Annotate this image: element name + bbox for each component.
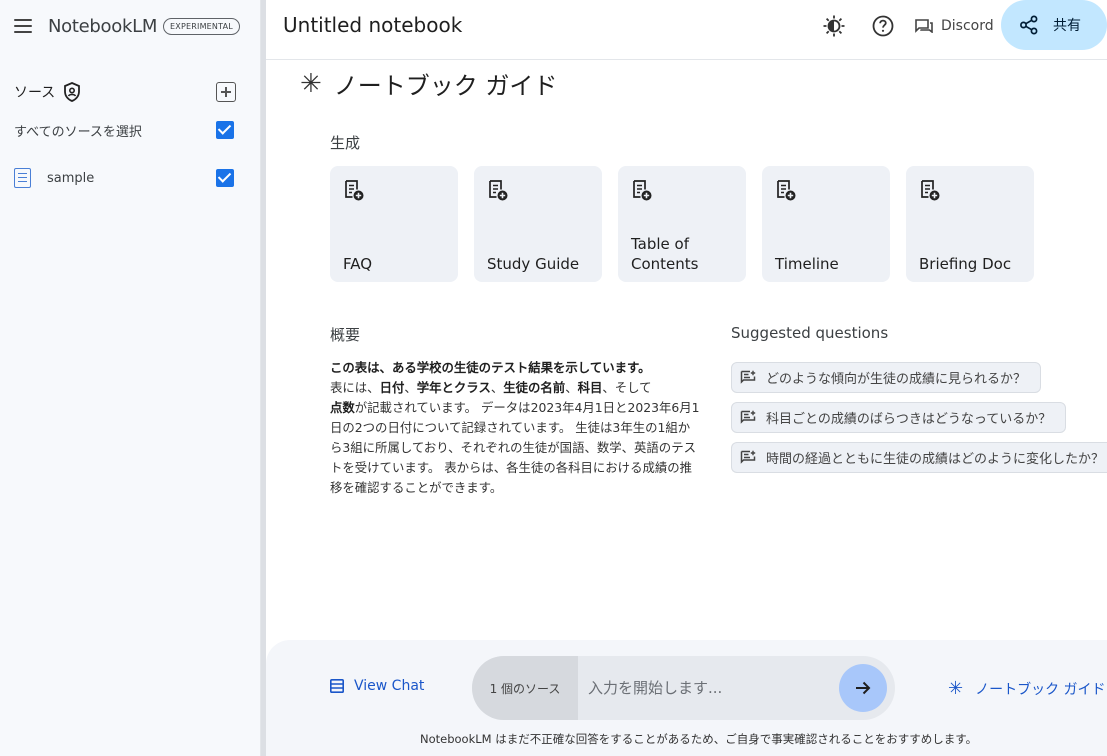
guide-title-text: ノートブック ガイド	[333, 72, 558, 100]
generate-label: 生成	[330, 134, 361, 152]
view-chat-icon	[330, 679, 344, 693]
top-bar: Untitled notebook Discord 共有	[266, 0, 1107, 60]
discord-label: Discord	[941, 18, 994, 34]
card-timeline[interactable]: Timeline	[762, 166, 890, 282]
question-text: 時間の経過とともに生徒の成績はどのように変化したか？	[766, 452, 1105, 467]
summary-part: 表には、	[330, 380, 380, 395]
note-add-icon	[921, 180, 940, 201]
notebook-guide-button[interactable]: ✳ ノートブック ガイド	[948, 678, 1106, 699]
summary-bold: 点数	[330, 400, 355, 415]
card-briefing-doc[interactable]: Briefing Doc	[906, 166, 1034, 282]
select-all-row[interactable]: すべてのソースを選択	[14, 118, 234, 142]
chat-input[interactable]	[578, 679, 839, 697]
summary-part: 、	[565, 380, 578, 395]
question-icon	[740, 370, 756, 384]
share-button[interactable]: 共有	[1001, 0, 1107, 50]
select-all-label: すべてのソースを選択	[14, 124, 142, 140]
chat-icon	[915, 19, 933, 33]
card-label: Briefing Doc	[919, 255, 1012, 273]
suggested-questions-label: Suggested questions	[731, 324, 889, 342]
note-add-icon	[633, 180, 652, 201]
summary-label: 概要	[330, 326, 361, 344]
card-table-of-contents[interactable]: Table of Contents	[618, 166, 746, 282]
card-label: Table of Contents	[631, 235, 699, 273]
help-icon[interactable]	[871, 14, 895, 38]
summary-bold: 生徒の名前	[503, 380, 566, 395]
card-label: FAQ	[343, 255, 373, 273]
card-label: Study Guide	[487, 255, 580, 273]
summary-bold: 科目	[577, 380, 603, 395]
suggested-question[interactable]: どのような傾向が生徒の成績に見られるか？	[731, 362, 1042, 393]
guide-link-label: ノートブック ガイド	[975, 681, 1106, 698]
disclaimer: NotebookLM はまだ不正確な回答をすることがあるため、ご自身で事実確認さ…	[420, 732, 978, 746]
suggested-question[interactable]: 科目ごとの成績のばらつきはどうなっているか？	[731, 402, 1067, 433]
note-add-icon	[489, 180, 508, 201]
add-source-icon[interactable]	[216, 82, 236, 102]
source-count-button[interactable]: 1 個のソース	[472, 656, 578, 720]
question-icon	[740, 450, 756, 464]
shield-icon	[64, 82, 81, 102]
summary-lead: この表は、ある学校の生徒のテスト結果を示しています。	[330, 360, 651, 375]
sparkle-icon: ✳	[948, 678, 964, 699]
summary-part: 、	[404, 380, 417, 395]
sidebar: NotebookLM EXPERIMENTAL ソース すべてのソースを選択 s…	[0, 0, 261, 756]
note-add-icon	[777, 180, 796, 201]
notebook-title[interactable]: Untitled notebook	[283, 13, 462, 37]
summary-part: が記載されています。 データは2023年4月1日と2023年6月1日の2つの日付…	[330, 400, 700, 495]
source-checkbox[interactable]	[216, 169, 234, 187]
send-icon	[856, 681, 871, 695]
panel-divider[interactable]	[261, 0, 266, 756]
sources-label: ソース	[14, 85, 56, 101]
summary-part: 、	[490, 380, 504, 395]
question-text: 科目ごとの成績のばらつきはどうなっているか？	[766, 412, 1052, 427]
discord-link[interactable]: Discord	[915, 14, 994, 38]
view-chat-label: View Chat	[354, 678, 425, 694]
brand-name: NotebookLM	[48, 15, 158, 37]
source-item-sample[interactable]: sample	[14, 166, 234, 190]
question-text: どのような傾向が生徒の成績に見られるか？	[766, 372, 1027, 387]
suggested-question[interactable]: 時間の経過とともに生徒の成績はどのように変化したか？	[731, 442, 1107, 473]
card-label: Timeline	[775, 255, 839, 273]
note-add-icon	[345, 180, 364, 201]
send-button[interactable]	[839, 664, 887, 712]
theme-icon[interactable]	[822, 14, 846, 38]
summary-bold: 日付	[379, 380, 405, 395]
summary-text: この表は、ある学校の生徒のテスト結果を示しています。 表には、日付、学年とクラス、…	[330, 358, 702, 498]
doc-icon	[14, 168, 31, 188]
card-study-guide[interactable]: Study Guide	[474, 166, 602, 282]
share-label: 共有	[1053, 18, 1081, 34]
experimental-badge: EXPERIMENTAL	[163, 17, 240, 35]
sources-header: ソース	[14, 80, 236, 104]
share-icon	[1020, 15, 1038, 35]
menu-icon[interactable]	[14, 15, 36, 37]
summary-part: 、そして	[602, 380, 652, 395]
guide-title: ✳ ノートブック ガイド	[300, 66, 557, 101]
sparkle-icon: ✳	[300, 68, 322, 99]
view-chat-button[interactable]: View Chat	[330, 678, 424, 694]
generate-cards: FAQ Study Guide Table of Contents Timeli…	[330, 166, 1034, 282]
chat-input-container: 1 個のソース	[472, 656, 895, 720]
source-item-label: sample	[47, 170, 95, 186]
summary-bold: 学年とクラス	[416, 380, 491, 395]
brand: NotebookLM EXPERIMENTAL	[14, 12, 240, 40]
question-icon	[740, 410, 756, 424]
card-faq[interactable]: FAQ	[330, 166, 458, 282]
select-all-checkbox[interactable]	[216, 121, 234, 139]
